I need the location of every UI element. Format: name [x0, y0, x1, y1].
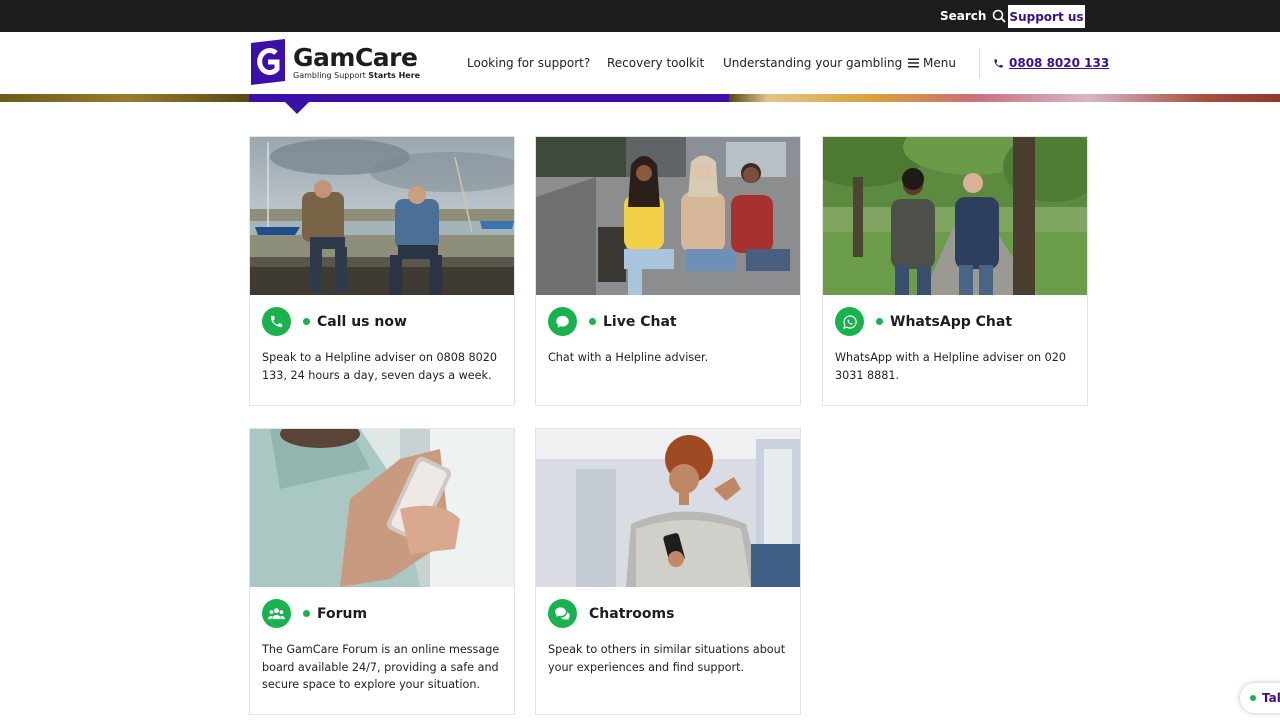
card-text: Chat with a Helpline adviser.: [548, 351, 709, 364]
card-image-women-bench: [536, 137, 800, 295]
header-divider: [979, 48, 980, 78]
card-image-woman-phone: [536, 429, 800, 587]
online-status-dot: [303, 318, 310, 325]
online-status-dot: [876, 318, 883, 325]
card-chatrooms[interactable]: Chatrooms Speak to others in similar sit…: [535, 428, 801, 715]
search-label: Search: [940, 9, 987, 23]
nav-looking-for-support[interactable]: Looking for support?: [467, 32, 590, 94]
menu-button[interactable]: Menu: [908, 32, 956, 94]
phone-icon: [262, 307, 291, 336]
card-title: Forum: [317, 605, 368, 622]
online-status-dot: [1250, 695, 1256, 701]
phone-icon: [994, 58, 1003, 68]
menu-label: Menu: [923, 56, 956, 70]
card-title: WhatsApp Chat: [890, 313, 1013, 330]
hero-pointer: [285, 102, 309, 114]
top-bar: Search Support us: [0, 0, 1280, 32]
card-live-chat[interactable]: Live Chat Chat with a Helpline adviser.: [535, 136, 801, 406]
card-image-men-harbour: [250, 137, 514, 295]
card-title: Chatrooms: [589, 605, 675, 622]
card-whatsapp-chat[interactable]: WhatsApp Chat WhatsApp with a Helpline a…: [822, 136, 1088, 406]
talk-widget-button[interactable]: Tal: [1240, 683, 1280, 713]
card-text: Speak to others in similar situations ab…: [548, 643, 786, 674]
card-title: Call us now: [317, 313, 407, 330]
search-icon: [993, 9, 1007, 23]
logo-name: GamCare: [293, 42, 418, 72]
users-icon: [262, 599, 291, 628]
card-text: WhatsApp with a Helpline adviser on 020 …: [835, 351, 1066, 382]
search-link[interactable]: Search: [940, 0, 1007, 32]
talk-widget-label: Tal: [1262, 691, 1280, 705]
nav-understanding-gambling[interactable]: Understanding your gambling: [723, 32, 902, 94]
card-text: The GamCare Forum is an online message b…: [262, 643, 500, 691]
logo-tagline: Gambling Support Starts Here: [293, 70, 421, 80]
whatsapp-icon: [835, 307, 864, 336]
card-call-us[interactable]: Call us now Speak to a Helpline adviser …: [249, 136, 515, 406]
nav-recovery-toolkit[interactable]: Recovery toolkit: [607, 32, 704, 94]
hero-purple-bar: [249, 94, 729, 102]
card-text: Speak to a Helpline adviser on 0808 8020…: [262, 351, 497, 382]
gamcare-logo[interactable]: GamCare Gambling Support Starts Here: [249, 39, 420, 85]
helpline-phone-link[interactable]: 0808 8020 133: [993, 32, 1109, 94]
site-header: GamCare Gambling Support Starts Here Loo…: [0, 32, 1280, 94]
support-us-button[interactable]: Support us: [1008, 5, 1085, 28]
card-image-men-park: [823, 137, 1087, 295]
online-status-dot: [303, 610, 310, 617]
chat-bubble-icon: [548, 307, 577, 336]
gamcare-g-icon: [251, 39, 285, 85]
hamburger-icon: [908, 58, 919, 68]
phone-number: 0808 8020 133: [1009, 56, 1110, 70]
card-title: Live Chat: [603, 313, 677, 330]
card-image-man-phone: [250, 429, 514, 587]
chatrooms-icon: [548, 599, 577, 628]
card-forum[interactable]: Forum The GamCare Forum is an online mes…: [249, 428, 515, 715]
online-status-dot: [589, 318, 596, 325]
